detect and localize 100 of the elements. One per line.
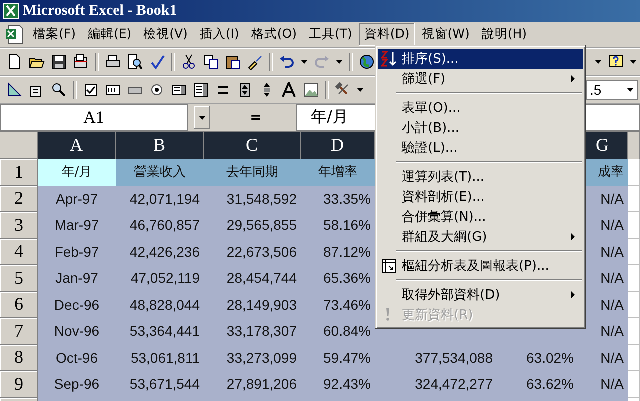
table-cell: 324,472,277 (375, 371, 497, 398)
table-cell (628, 212, 640, 238)
row-header[interactable]: 6 (0, 292, 38, 318)
table-cell: 27,891,206 (204, 371, 301, 398)
table-cell: 33,178,307 (204, 318, 301, 344)
name-box[interactable]: A1 (0, 104, 188, 131)
table-cell: 46,760,857 (116, 212, 204, 238)
table-cell: 28,149,903 (204, 292, 301, 318)
dropdown-arrow-icon[interactable] (301, 60, 308, 64)
column-header[interactable]: D (301, 132, 375, 159)
list-box-icon[interactable] (171, 82, 187, 98)
printer-icon[interactable] (105, 54, 121, 70)
magnifier-icon[interactable] (51, 82, 67, 98)
sort-icon (381, 51, 399, 67)
menu-bar-item[interactable]: 檔案(F) (28, 23, 81, 46)
column-header[interactable]: A (38, 132, 116, 159)
spelling-icon[interactable] (149, 54, 165, 70)
app-icon (3, 3, 19, 19)
table-cell: 33.35% (301, 186, 375, 212)
table-cell: 29,565,855 (204, 212, 301, 238)
row-header[interactable]: 9 (0, 371, 38, 398)
dropdown-arrow-icon[interactable] (336, 60, 343, 64)
submenu-arrow-icon (571, 233, 575, 241)
row-header[interactable]: 3 (0, 212, 38, 238)
table-cell: Feb-97 (38, 238, 116, 265)
pivot-table-icon (381, 258, 397, 274)
menu-item[interactable]: 表單(O)... (378, 98, 583, 118)
row-header[interactable]: 4 (0, 238, 38, 265)
dropdown-arrow-icon[interactable] (630, 60, 637, 64)
table-cell: 63.02% (497, 344, 578, 371)
column-header[interactable]: B (116, 132, 204, 159)
print-preview-icon[interactable] (127, 54, 143, 70)
table-cell: Oct-96 (38, 344, 116, 371)
row-header[interactable]: 5 (0, 265, 38, 292)
table-cell: 48,828,044 (116, 292, 204, 318)
table-cell: 377,534,088 (375, 344, 497, 371)
dropdown-arrow-icon (627, 88, 634, 92)
document-icon[interactable] (4, 24, 26, 44)
label-icon[interactable] (281, 82, 297, 98)
dropdown-arrow-icon[interactable] (357, 88, 364, 92)
table-cell: 42,071,194 (116, 186, 204, 212)
ruler-icon[interactable] (7, 82, 23, 98)
copy-icon[interactable] (203, 54, 219, 70)
table-cell: N/A (578, 344, 628, 371)
help-icon[interactable] (608, 54, 624, 70)
brush-icon[interactable] (247, 54, 263, 70)
column-title-cell: 年/月 (38, 159, 116, 186)
undo-icon[interactable] (279, 54, 295, 70)
spinner-icon[interactable] (237, 82, 253, 98)
menu-item[interactable]: 篩選(F) (378, 69, 583, 89)
menu-item[interactable]: 排序(S)... (378, 49, 583, 69)
menu-bar-item[interactable]: 插入(I) (194, 23, 244, 46)
size-field[interactable]: .5 (586, 80, 638, 100)
table-cell: N/A (578, 318, 628, 344)
menu-bar-item[interactable]: 工具(T) (304, 23, 358, 46)
dropdown-arrow-icon[interactable] (595, 60, 602, 64)
row-header[interactable]: 1 (0, 159, 38, 186)
table-cell: 47,052,119 (116, 265, 204, 292)
save-icon[interactable] (51, 54, 67, 70)
select-all-corner[interactable] (0, 132, 38, 159)
table-cell: Nov-96 (38, 318, 116, 344)
menu-bar-item[interactable]: 說明(H) (476, 23, 532, 46)
menu-bar-item[interactable]: 視窗(W) (416, 23, 475, 46)
table-cell: Dec-96 (38, 292, 116, 318)
table-cell: Apr-97 (38, 186, 116, 212)
radio-icon[interactable] (149, 82, 165, 98)
image-icon[interactable] (303, 82, 319, 98)
scissors-icon[interactable] (181, 54, 197, 70)
table-cell: Sep-96 (38, 371, 116, 398)
column-title-cell: 年增率 (301, 159, 375, 186)
menu-bar-item[interactable]: 格式(O) (246, 23, 302, 46)
new-file-icon[interactable] (7, 54, 23, 70)
text-field-icon[interactable] (105, 82, 121, 98)
column-title-cell: 營業收入 (116, 159, 204, 186)
submenu-arrow-icon (571, 75, 575, 83)
row-header[interactable]: 2 (0, 186, 38, 212)
table-cell (628, 265, 640, 292)
table-cell: 92.43% (301, 371, 375, 398)
window-title: Microsoft Excel - Book1 (23, 2, 178, 20)
globe-icon[interactable] (359, 54, 375, 70)
paste-icon[interactable] (225, 54, 241, 70)
exclamation-icon (386, 308, 390, 321)
mail-icon[interactable] (73, 54, 89, 70)
table-cell (628, 238, 640, 265)
menu-bar-item[interactable]: 編輯(E) (82, 23, 137, 46)
table-cell: 59.47% (301, 344, 375, 371)
table-cell: Jan-97 (38, 265, 116, 292)
table-cell: 60.84% (301, 318, 375, 344)
submenu-arrow-icon (571, 291, 575, 299)
row-header[interactable]: 7 (0, 318, 38, 344)
menu-bar-item[interactable]: 檢視(V) (138, 23, 193, 46)
column-header[interactable]: C (204, 132, 301, 159)
checkbox-icon[interactable] (83, 82, 99, 98)
dropdown-button[interactable] (194, 106, 210, 129)
table-cell: N/A (578, 371, 628, 398)
table-cell: Mar-97 (38, 212, 116, 238)
combo-box-icon[interactable] (193, 82, 209, 98)
row-header[interactable]: 8 (0, 344, 38, 371)
column-title-cell: 去年同期 (204, 159, 301, 186)
table-cell (628, 292, 640, 318)
